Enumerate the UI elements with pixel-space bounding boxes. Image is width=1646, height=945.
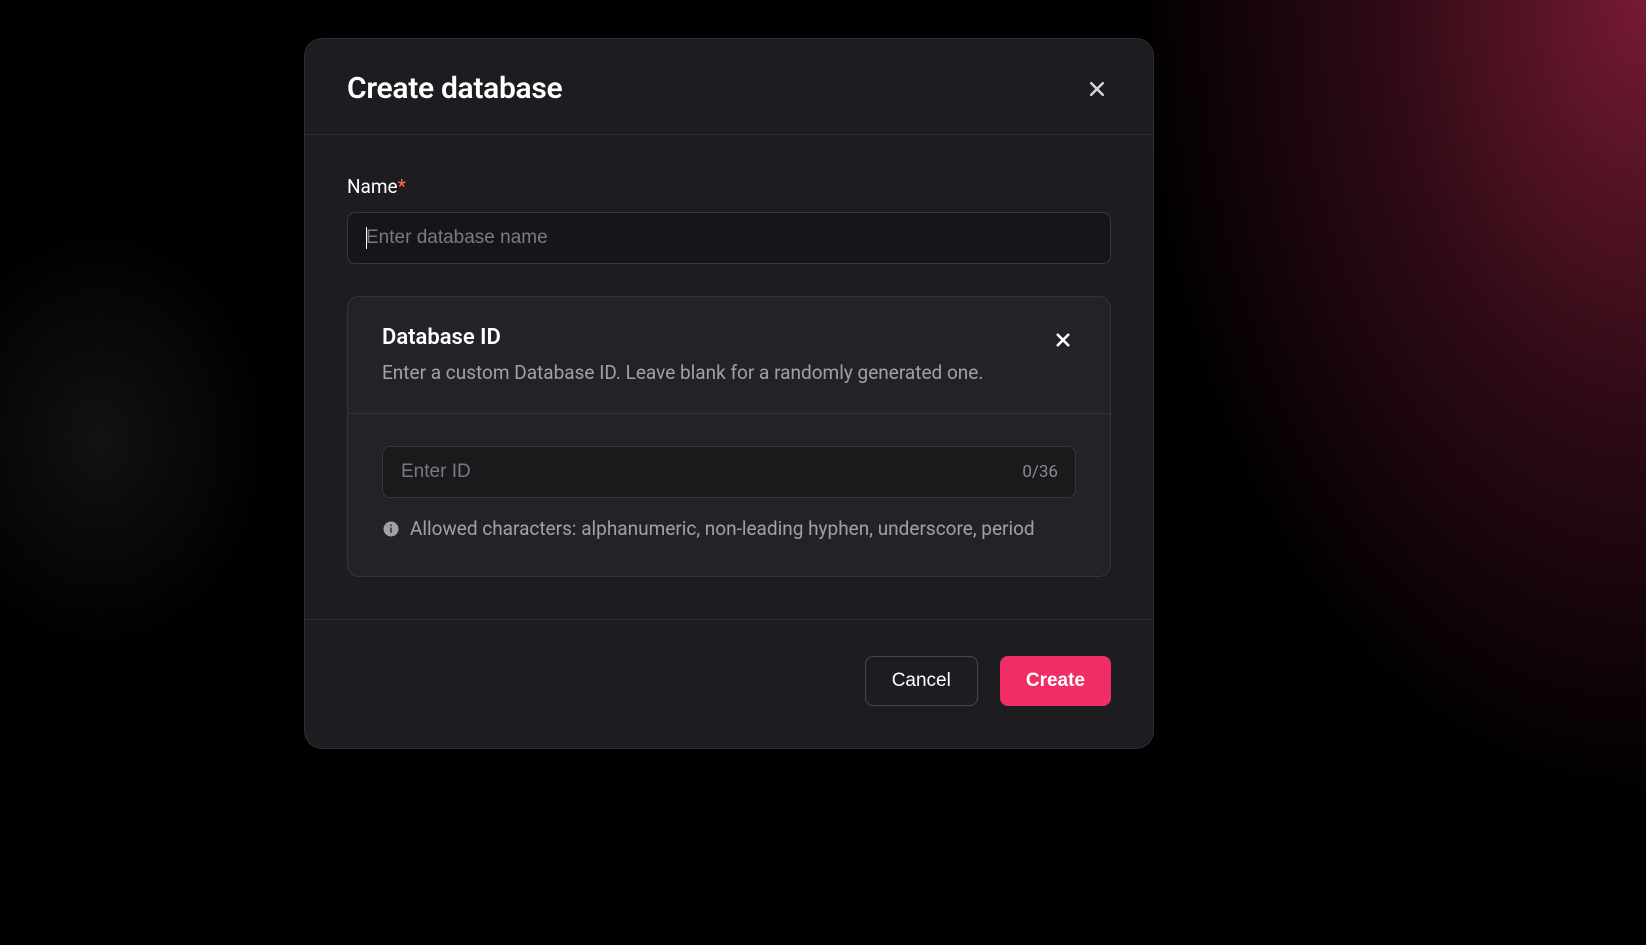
- modal-header: Create database: [305, 39, 1153, 135]
- name-label-text: Name: [347, 175, 398, 198]
- database-id-panel-header: Database ID Enter a custom Database ID. …: [348, 297, 1110, 414]
- info-icon: [382, 520, 400, 538]
- create-button[interactable]: Create: [1000, 656, 1111, 706]
- database-id-description: Enter a custom Database ID. Leave blank …: [382, 360, 1050, 387]
- database-id-panel-body: 0/36 Allowed characters: alphanumeric, n…: [348, 414, 1110, 577]
- close-button[interactable]: [1083, 75, 1111, 103]
- name-field-group: Name*: [347, 175, 1111, 264]
- background-glow-left: [0, 189, 300, 689]
- close-icon: [1054, 331, 1072, 349]
- database-id-close-button[interactable]: [1050, 327, 1076, 356]
- modal-body: Name* Database ID Enter a custom Databas…: [305, 135, 1153, 619]
- create-database-modal: Create database Name* Database ID Enter …: [304, 38, 1154, 749]
- cancel-button[interactable]: Cancel: [865, 656, 978, 706]
- name-input[interactable]: [347, 212, 1111, 264]
- name-label: Name*: [347, 175, 1111, 198]
- character-counter: 0/36: [1022, 462, 1058, 482]
- modal-footer: Cancel Create: [305, 619, 1153, 748]
- database-id-hint-row: Allowed characters: alphanumeric, non-le…: [382, 516, 1076, 543]
- database-id-input[interactable]: [382, 446, 1076, 498]
- name-input-wrapper: [347, 212, 1111, 264]
- database-id-panel: Database ID Enter a custom Database ID. …: [347, 296, 1111, 577]
- database-id-title: Database ID: [382, 325, 1050, 350]
- database-id-hint-text: Allowed characters: alphanumeric, non-le…: [410, 516, 1035, 543]
- database-id-input-wrapper: 0/36: [382, 446, 1076, 498]
- close-icon: [1087, 79, 1107, 99]
- required-asterisk: *: [398, 175, 406, 198]
- modal-title: Create database: [347, 71, 562, 106]
- text-cursor: [366, 227, 367, 249]
- database-id-header-text: Database ID Enter a custom Database ID. …: [382, 325, 1050, 387]
